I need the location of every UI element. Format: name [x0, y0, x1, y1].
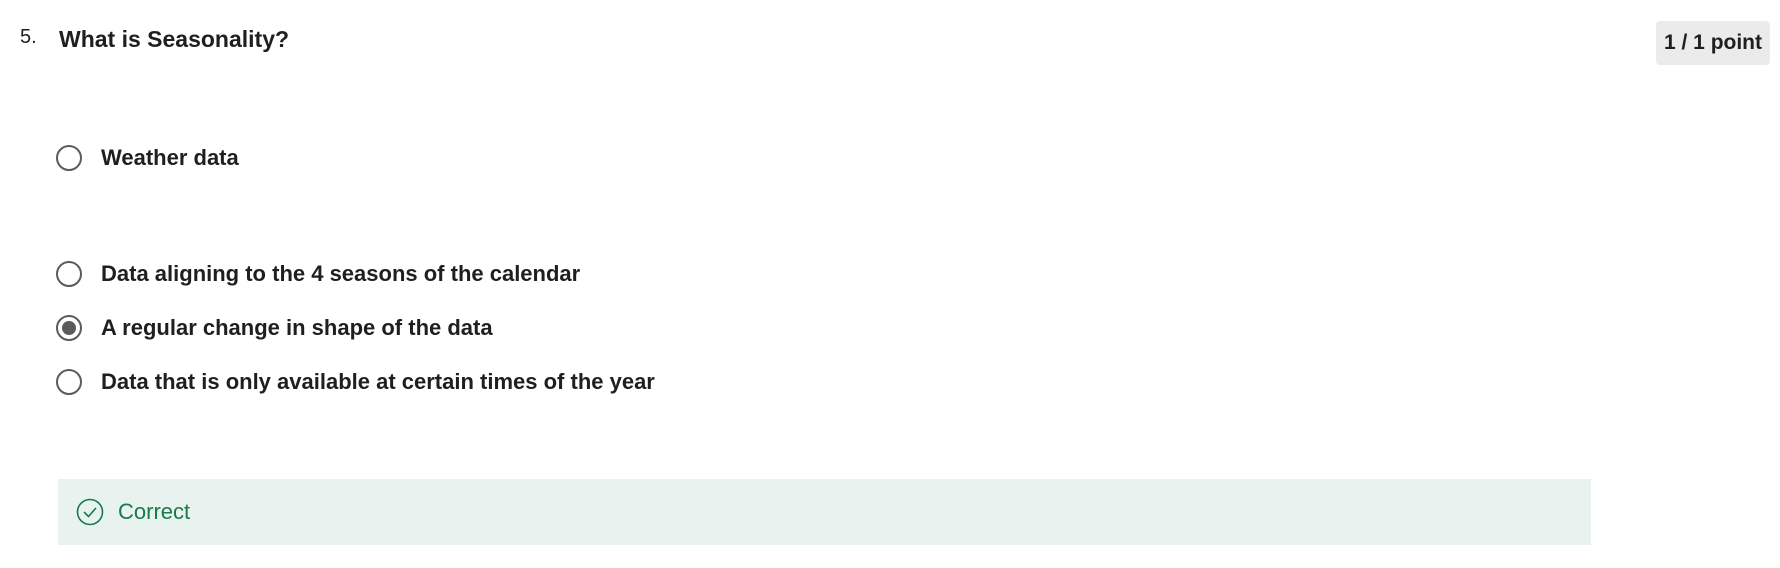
answer-option-four-seasons[interactable]: Data aligning to the 4 seasons of the ca… — [56, 261, 580, 287]
answer-option-label: A regular change in shape of the data — [101, 315, 493, 340]
answer-option-label: Weather data — [101, 145, 239, 170]
feedback-banner: Correct — [58, 479, 1591, 545]
check-circle-icon — [76, 498, 104, 526]
radio-selected-dot — [62, 321, 76, 335]
points-badge: 1 / 1 point — [1656, 21, 1771, 65]
answer-option-weather-data[interactable]: Weather data — [56, 145, 239, 171]
answer-option-label: Data aligning to the 4 seasons of the ca… — [101, 261, 581, 286]
radio-button-unselected[interactable] — [56, 369, 82, 395]
question-title: What is Seasonality? — [59, 26, 290, 52]
radio-button-selected[interactable] — [56, 315, 82, 341]
answer-option-label: Data that is only available at certain t… — [101, 369, 655, 394]
question-number: 5. — [20, 26, 37, 48]
feedback-status-text: Correct — [118, 499, 191, 524]
answer-option-regular-change[interactable]: A regular change in shape of the data — [56, 315, 493, 341]
radio-button-unselected[interactable] — [56, 261, 82, 287]
answer-option-certain-times[interactable]: Data that is only available at certain t… — [56, 369, 655, 395]
radio-button-unselected[interactable] — [56, 145, 82, 171]
quiz-question-page: 5. What is Seasonality? 1 / 1 point Weat… — [0, 0, 1780, 568]
